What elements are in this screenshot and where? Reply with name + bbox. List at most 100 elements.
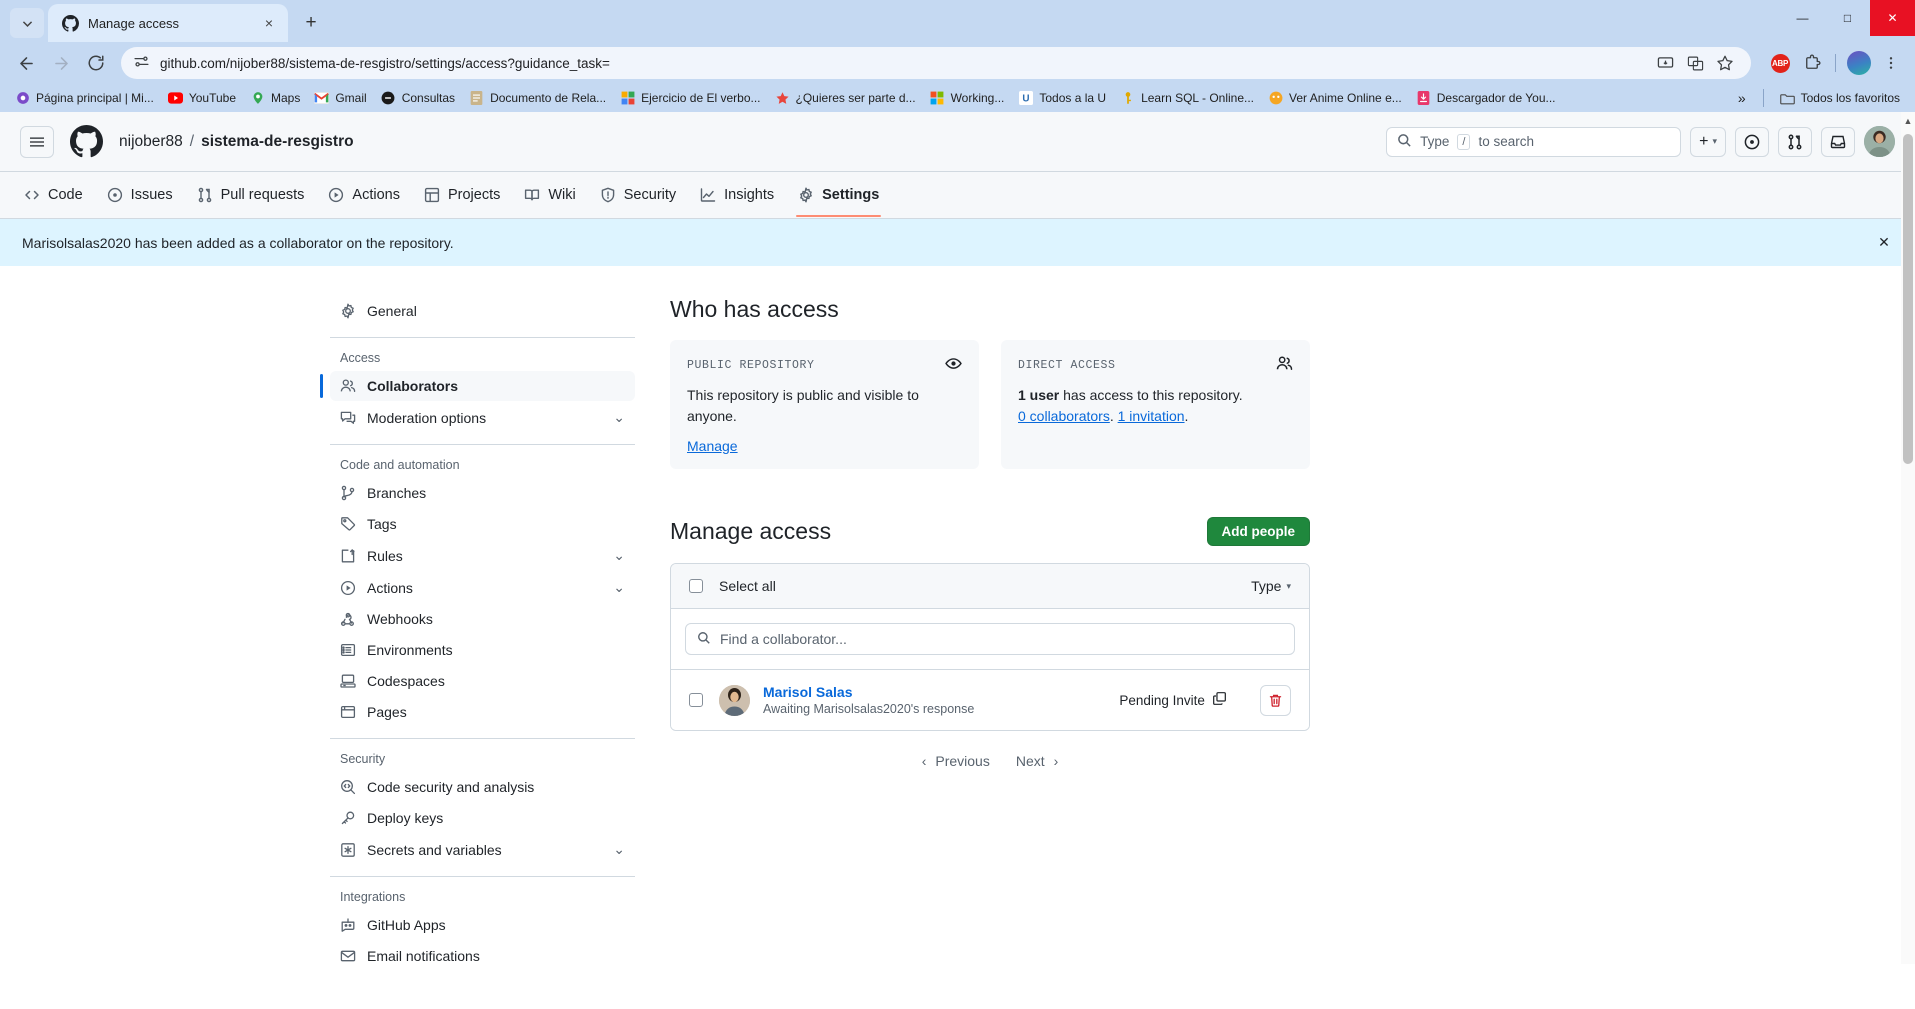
bookmark-item[interactable]: Maps [243, 88, 307, 109]
tab-pull-requests[interactable]: Pull requests [187, 173, 315, 217]
bookmark-item[interactable]: Documento de Rela... [462, 88, 613, 109]
chevron-down-icon[interactable]: ⌄ [613, 547, 625, 564]
sidebar-item-rules[interactable]: Rules ⌄ [330, 540, 635, 571]
sidebar-item-tags[interactable]: Tags [330, 509, 635, 539]
tab-wiki[interactable]: Wiki [514, 173, 585, 217]
find-collaborator-input[interactable]: Find a collaborator... [685, 623, 1295, 655]
browser-tab[interactable]: Manage access × [48, 4, 288, 42]
bookmark-item[interactable]: Ver Anime Online e... [1261, 88, 1409, 109]
tab-security[interactable]: Security [590, 173, 686, 217]
eye-icon [945, 355, 962, 375]
tab-actions[interactable]: Actions [318, 173, 410, 217]
issues-button[interactable] [1735, 126, 1769, 157]
invitations-link[interactable]: 1 invitation [1118, 408, 1185, 424]
sidebar-item-pages[interactable]: Pages [330, 697, 635, 727]
bookmark-label: Ejercicio de El verbo... [641, 91, 761, 105]
sidebar-item-branches[interactable]: Branches [330, 478, 635, 508]
previous-button[interactable]: ‹ Previous [922, 753, 990, 769]
tab-title: Manage access [88, 15, 180, 31]
new-tab-button[interactable]: + [296, 8, 326, 38]
sidebar-item-general[interactable]: General [330, 296, 635, 326]
create-new-button[interactable]: + ▾ [1690, 126, 1726, 157]
scroll-up-icon[interactable]: ▲ [1901, 114, 1915, 128]
scrollbar-thumb[interactable] [1903, 134, 1913, 464]
close-icon[interactable]: × [260, 14, 278, 32]
tab-insights[interactable]: Insights [690, 173, 784, 217]
sidebar-item-moderation-options[interactable]: Moderation options ⌄ [330, 402, 635, 433]
bookmark-item[interactable]: Página principal | Mi... [8, 88, 161, 109]
site-settings-icon[interactable] [133, 53, 150, 73]
back-icon[interactable] [10, 47, 42, 79]
copy-icon[interactable] [1212, 691, 1227, 709]
adblock-plus-icon[interactable]: ABP [1766, 49, 1794, 77]
bookmark-star-icon[interactable] [1711, 49, 1739, 77]
next-button[interactable]: Next › [1016, 753, 1058, 769]
sidebar-item-collaborators[interactable]: Collaborators [320, 371, 635, 401]
collaborator-name[interactable]: Marisol Salas [763, 684, 974, 700]
sidebar-item-email-notifications[interactable]: Email notifications [330, 941, 635, 964]
sidebar-item-github-apps[interactable]: GitHub Apps [330, 910, 635, 940]
bookmark-item[interactable]: Working... [923, 88, 1012, 109]
minimize-button[interactable]: — [1780, 0, 1825, 36]
type-filter-dropdown[interactable]: Type ▾ [1251, 578, 1291, 594]
breadcrumb-repo[interactable]: sistema-de-resgistro [201, 133, 353, 151]
chevron-down-icon[interactable]: ⌄ [613, 409, 625, 426]
add-people-button[interactable]: Add people [1206, 517, 1310, 546]
search-input[interactable]: Type / to search [1386, 126, 1682, 157]
tab-projects[interactable]: Projects [414, 173, 510, 217]
tab-search-button[interactable] [10, 8, 44, 38]
bookmark-item[interactable]: Learn SQL - Online... [1113, 88, 1261, 109]
manage-link[interactable]: Manage [687, 438, 738, 454]
tab-issues[interactable]: Issues [97, 173, 183, 217]
sidebar-item-actions[interactable]: Actions ⌄ [330, 572, 635, 603]
notification-banner: Marisolsalas2020 has been added as a col… [0, 219, 1915, 266]
github-logo[interactable] [70, 125, 103, 158]
bookmark-item[interactable]: Descargador de You... [1409, 88, 1563, 109]
all-favorites-button[interactable]: Todos los favoritos [1773, 88, 1907, 109]
avatar[interactable] [1864, 126, 1895, 157]
collaborators-panel: Select all Type ▾ Find a collaborator... [670, 563, 1310, 731]
bookmarks-overflow-icon[interactable]: » [1730, 88, 1754, 108]
notifications-inbox-button[interactable] [1821, 126, 1855, 157]
maximize-button[interactable]: □ [1825, 0, 1870, 36]
sidebar-item-webhooks[interactable]: Webhooks [330, 604, 635, 634]
tab-settings[interactable]: Settings [788, 173, 889, 217]
bookmarks-right: » Todos los favoritos [1730, 88, 1907, 109]
bookmark-item[interactable]: YouTube [161, 88, 243, 109]
sidebar-item-deploy-keys[interactable]: Deploy keys [330, 803, 635, 833]
extensions-puzzle-icon[interactable] [1798, 49, 1826, 77]
chrome-menu-icon[interactable] [1877, 49, 1905, 77]
tab-code[interactable]: Code [14, 173, 93, 217]
page-scrollbar[interactable]: ▲ [1901, 112, 1915, 964]
sidebar-item-code-security-and-analysis[interactable]: Code security and analysis [330, 772, 635, 802]
row-checkbox[interactable] [689, 693, 703, 707]
window-close-button[interactable]: ✕ [1870, 0, 1915, 36]
forward-icon[interactable] [45, 47, 77, 79]
url-text: github.com/nijober88/sistema-de-resgistr… [160, 55, 610, 71]
delete-collaborator-button[interactable] [1260, 684, 1291, 716]
install-app-icon[interactable] [1651, 49, 1679, 77]
search-placeholder-suffix: to search [1478, 134, 1534, 149]
translate-icon[interactable] [1681, 49, 1709, 77]
close-icon[interactable]: ✕ [1873, 232, 1895, 254]
omnibox-actions [1651, 49, 1739, 77]
pull-requests-button[interactable] [1778, 126, 1812, 157]
menu-icon[interactable] [20, 125, 54, 158]
bookmark-item[interactable]: Ejercicio de El verbo... [613, 88, 767, 109]
bookmark-item[interactable]: Consultas [374, 88, 462, 109]
sidebar-item-environments[interactable]: Environments [330, 635, 635, 665]
sidebar-item-codespaces[interactable]: Codespaces [330, 666, 635, 696]
chevron-down-icon[interactable]: ⌄ [613, 841, 625, 858]
select-all-checkbox[interactable] [689, 579, 703, 593]
find-collaborator-placeholder: Find a collaborator... [720, 631, 847, 647]
collaborators-link[interactable]: 0 collaborators [1018, 408, 1110, 424]
chevron-down-icon[interactable]: ⌄ [613, 579, 625, 596]
breadcrumb-owner[interactable]: nijober88 [119, 133, 183, 151]
address-bar[interactable]: github.com/nijober88/sistema-de-resgistr… [121, 47, 1751, 79]
sidebar-item-secrets-and-variables[interactable]: Secrets and variables ⌄ [330, 834, 635, 865]
profile-avatar[interactable] [1845, 49, 1873, 77]
bookmark-item[interactable]: Gmail [307, 88, 373, 109]
reload-icon[interactable] [80, 47, 112, 79]
bookmark-item[interactable]: ¿Quieres ser parte d... [768, 88, 923, 109]
bookmark-item[interactable]: U Todos a la U [1011, 88, 1113, 109]
